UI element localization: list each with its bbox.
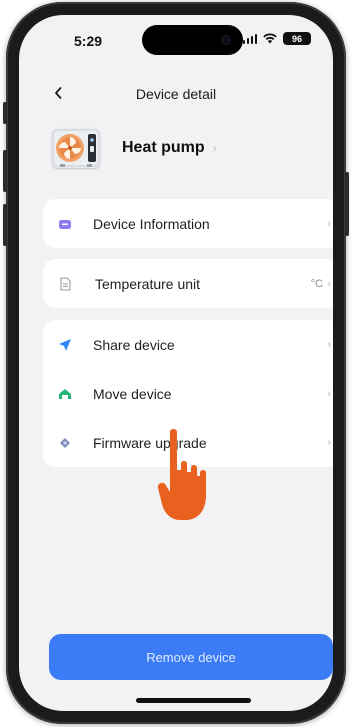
hand-pointer-icon	[157, 429, 206, 520]
home-move-icon	[58, 387, 72, 401]
front-camera-icon	[221, 35, 231, 45]
move-device-label: Move device	[93, 385, 172, 402]
status-icons: 96	[242, 32, 311, 45]
chevron-right-icon: ›	[327, 436, 331, 449]
info-card-icon	[58, 217, 72, 231]
heat-pump-device-icon	[52, 128, 100, 168]
status-time: 5:29	[74, 33, 103, 49]
home-indicator	[136, 698, 251, 703]
device-information-card: Device Information ›	[43, 199, 333, 248]
share-device-row[interactable]: Share device ›	[43, 320, 333, 369]
send-arrow-icon	[58, 338, 72, 352]
share-device-label: Share device	[93, 336, 175, 353]
device-header[interactable]: Heat pump ›	[52, 123, 217, 173]
firmware-upgrade-icon	[58, 436, 72, 450]
remove-device-button[interactable]: Remove device	[49, 634, 333, 680]
device-name: Heat pump	[122, 139, 205, 156]
chevron-right-icon: ›	[212, 141, 217, 155]
chevron-right-icon: ›	[327, 217, 331, 230]
volume-down-button	[3, 204, 7, 246]
power-button	[345, 172, 349, 236]
chevron-right-icon: ›	[327, 277, 331, 290]
dynamic-island	[142, 25, 243, 55]
device-information-row[interactable]: Device Information ›	[43, 199, 333, 248]
silent-switch	[3, 102, 7, 124]
chevron-right-icon: ›	[327, 338, 331, 351]
page-title: Device detail	[135, 86, 217, 102]
temperature-unit-label: Temperature unit	[95, 275, 201, 292]
app-screen: 5:29 96 Device detail Heat pump › Device…	[19, 15, 333, 711]
document-icon	[58, 276, 72, 291]
phone-frame: 5:29 96 Device detail Heat pump › Device…	[3, 2, 349, 724]
move-device-row[interactable]: Move device ›	[43, 369, 333, 418]
temperature-unit-card: Temperature unit °C ›	[43, 259, 333, 308]
battery-icon: 96	[283, 32, 311, 45]
device-information-label: Device Information	[93, 215, 210, 232]
wifi-icon	[263, 33, 277, 44]
cellular-signal-icon	[242, 33, 257, 44]
temperature-unit-value: °C	[310, 277, 323, 290]
chevron-right-icon: ›	[327, 387, 331, 400]
temperature-unit-row[interactable]: Temperature unit °C ›	[43, 259, 333, 308]
volume-up-button	[3, 150, 7, 192]
